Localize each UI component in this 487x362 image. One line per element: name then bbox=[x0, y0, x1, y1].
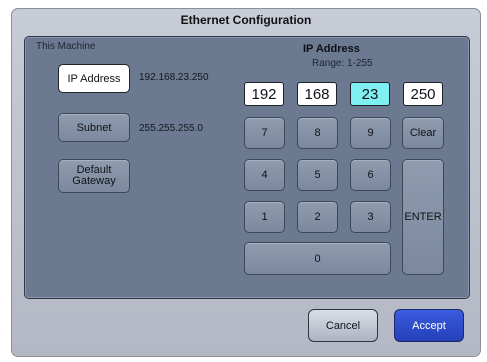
enter-button[interactable]: ENTER bbox=[402, 159, 444, 275]
key-2[interactable]: 2 bbox=[297, 201, 338, 233]
key-8[interactable]: 8 bbox=[297, 117, 338, 149]
ip-address-button-label: IP Address bbox=[67, 72, 121, 85]
key-1[interactable]: 1 bbox=[244, 201, 285, 233]
dialog-title: Ethernet Configuration bbox=[180, 13, 312, 27]
ip-address-editor-title: IP Address bbox=[303, 43, 360, 55]
ip-address-value: 192.168.23.250 bbox=[139, 72, 209, 83]
key-0[interactable]: 0 bbox=[244, 242, 391, 275]
ip-address-button[interactable]: IP Address bbox=[58, 64, 130, 93]
key-3[interactable]: 3 bbox=[350, 201, 391, 233]
default-gateway-label-line2: Gateway bbox=[72, 175, 116, 187]
subnet-button-label: Subnet bbox=[76, 121, 112, 134]
subnet-value: 255.255.255.0 bbox=[139, 123, 203, 134]
key-5[interactable]: 5 bbox=[297, 159, 338, 191]
octet-field-3[interactable]: 23 bbox=[350, 82, 390, 106]
default-gateway-button[interactable]: Default Gateway bbox=[58, 159, 130, 193]
key-9[interactable]: 9 bbox=[350, 117, 391, 149]
cancel-button[interactable]: Cancel bbox=[308, 309, 378, 342]
subnet-button[interactable]: Subnet bbox=[58, 113, 130, 142]
octet-field-1[interactable]: 192 bbox=[244, 82, 284, 106]
key-6[interactable]: 6 bbox=[350, 159, 391, 191]
this-machine-label: This Machine bbox=[36, 41, 96, 52]
range-label: Range: 1-255 bbox=[312, 58, 373, 69]
key-7[interactable]: 7 bbox=[244, 117, 285, 149]
accept-button[interactable]: Accept bbox=[394, 309, 464, 342]
octet-field-4[interactable]: 250 bbox=[403, 82, 443, 106]
key-4[interactable]: 4 bbox=[244, 159, 285, 191]
clear-button[interactable]: Clear bbox=[402, 117, 444, 149]
octet-field-2[interactable]: 168 bbox=[297, 82, 337, 106]
